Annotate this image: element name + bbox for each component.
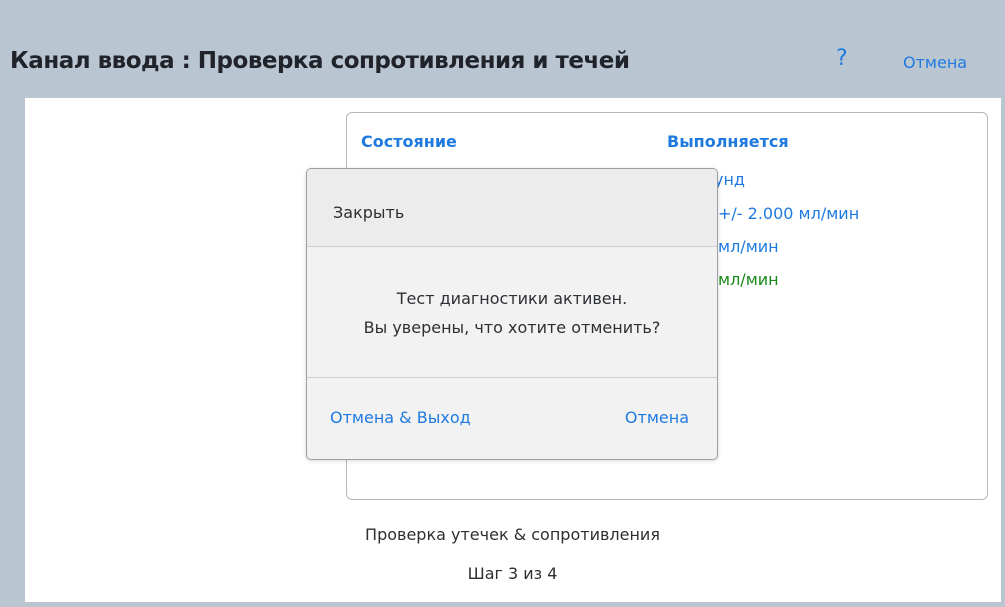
confirm-cancel-dialog: Закрыть Тест диагностики активен. Вы уве… (306, 168, 718, 460)
status-row-result: мл/мин (718, 270, 779, 289)
help-button[interactable]: ? (836, 46, 848, 71)
dialog-close-button[interactable]: Закрыть (333, 203, 404, 222)
status-value: Выполняется (667, 132, 789, 151)
dialog-message-line1: Тест диагностики активен. (396, 289, 628, 308)
step-name: Проверка утечек & сопротивления (365, 525, 660, 544)
header-cancel-button[interactable]: Отмена (903, 53, 967, 72)
page-title: Канал ввода : Проверка сопротивления и т… (10, 48, 630, 74)
status-label: Состояние (361, 132, 457, 151)
dialog-cancel-button[interactable]: Отмена (625, 408, 689, 427)
dialog-footer: Отмена & Выход Отмена (307, 378, 717, 459)
dialog-body: Тест диагностики активен. Вы уверены, чт… (307, 247, 717, 378)
status-row-measured: мл/мин (718, 237, 779, 256)
cancel-and-exit-button[interactable]: Отмена & Выход (330, 408, 471, 427)
step-counter: Шаг 3 из 4 (467, 564, 558, 583)
status-row-duration: унд (714, 170, 745, 189)
status-row-tolerance: +/- 2.000 мл/мин (718, 204, 860, 223)
dialog-message-line2: Вы уверены, что хотите отменить? (363, 318, 661, 337)
dialog-header: Закрыть (307, 169, 717, 247)
